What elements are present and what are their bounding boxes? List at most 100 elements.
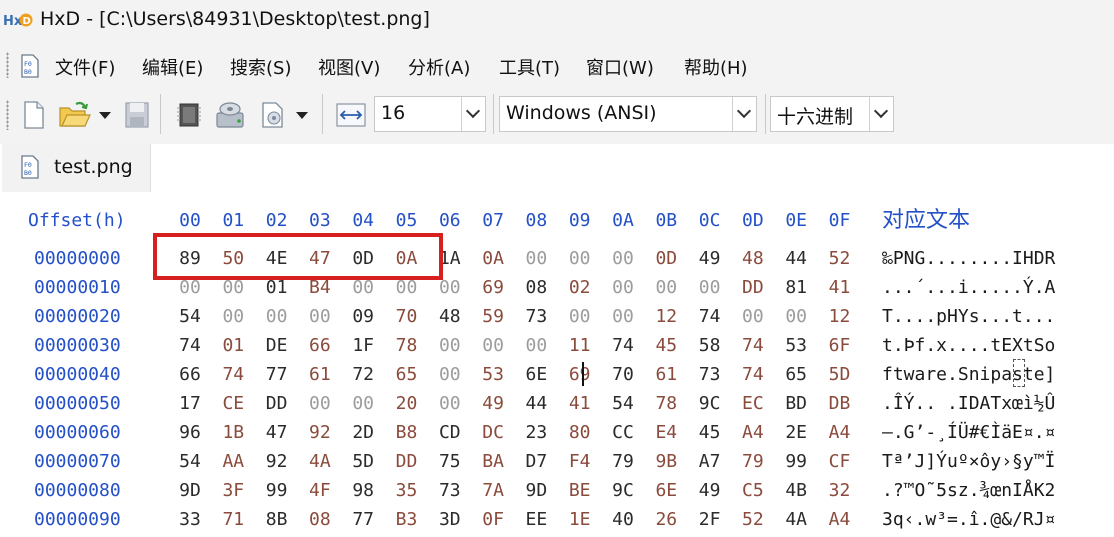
- row-text[interactable]: t.Þf.x....tEXtSo: [882, 335, 1055, 356]
- hex-byte[interactable]: 4A: [300, 451, 340, 472]
- hex-byte[interactable]: 47: [257, 422, 297, 443]
- hex-byte[interactable]: 8B: [257, 509, 297, 530]
- hex-byte[interactable]: CC: [603, 422, 643, 443]
- hex-byte[interactable]: 33: [170, 509, 210, 530]
- hex-byte[interactable]: CE: [213, 393, 253, 414]
- hex-byte[interactable]: 48: [733, 248, 773, 269]
- hex-byte[interactable]: 9D: [170, 480, 210, 501]
- hex-byte[interactable]: DB: [820, 393, 860, 414]
- hex-byte[interactable]: B3: [387, 509, 427, 530]
- hex-byte[interactable]: 74: [170, 335, 210, 356]
- hex-byte[interactable]: 58: [690, 335, 730, 356]
- hex-byte[interactable]: BD: [776, 393, 816, 414]
- hex-byte[interactable]: 48: [430, 306, 470, 327]
- menu-file[interactable]: 文件(F): [55, 54, 115, 80]
- hex-byte[interactable]: DD: [387, 451, 427, 472]
- hex-byte[interactable]: EE: [516, 509, 556, 530]
- hex-byte[interactable]: 00: [387, 277, 427, 298]
- hex-byte[interactable]: F4: [560, 451, 600, 472]
- disk-editor-icon[interactable]: [214, 99, 246, 131]
- save-icon[interactable]: [124, 101, 150, 129]
- row-text[interactable]: .ÎÝ.. .IDATxœì½Û: [882, 393, 1055, 414]
- hex-byte[interactable]: EC: [733, 393, 773, 414]
- hex-byte[interactable]: 3D: [430, 509, 470, 530]
- hex-byte[interactable]: 00: [343, 393, 383, 414]
- hex-byte[interactable]: 54: [603, 393, 643, 414]
- hex-byte[interactable]: 74: [733, 364, 773, 385]
- hex-byte[interactable]: 9C: [690, 393, 730, 414]
- hex-byte[interactable]: 49: [690, 480, 730, 501]
- hex-byte[interactable]: A4: [820, 509, 860, 530]
- hex-byte[interactable]: 4F: [300, 480, 340, 501]
- hex-byte[interactable]: 1B: [213, 422, 253, 443]
- hex-byte[interactable]: 23: [516, 422, 556, 443]
- hex-byte[interactable]: 00: [560, 306, 600, 327]
- hex-byte[interactable]: 00: [213, 277, 253, 298]
- hex-byte[interactable]: 32: [820, 480, 860, 501]
- memory-dropdown-arrow-icon[interactable]: [296, 112, 308, 119]
- hex-byte[interactable]: 00: [776, 306, 816, 327]
- hex-byte[interactable]: B8: [387, 422, 427, 443]
- hex-byte[interactable]: CD: [430, 422, 470, 443]
- open-folder-icon[interactable]: [58, 100, 92, 130]
- row-text[interactable]: ‰PNG........IHDR: [882, 248, 1055, 269]
- hex-byte[interactable]: 00: [170, 277, 210, 298]
- hex-byte[interactable]: 65: [387, 364, 427, 385]
- row-text[interactable]: Tª’J]Ýuº×ôy›§y™Ï: [882, 451, 1055, 472]
- hex-byte[interactable]: 99: [776, 451, 816, 472]
- hex-byte[interactable]: 00: [560, 248, 600, 269]
- hex-byte[interactable]: 96: [170, 422, 210, 443]
- hex-byte[interactable]: 72: [343, 364, 383, 385]
- hex-byte[interactable]: 20: [387, 393, 427, 414]
- offset-base-select[interactable]: 十六进制: [770, 96, 894, 132]
- hex-byte[interactable]: 79: [733, 451, 773, 472]
- hex-byte[interactable]: 44: [776, 248, 816, 269]
- hex-byte[interactable]: 61: [300, 364, 340, 385]
- hex-byte[interactable]: 00: [690, 277, 730, 298]
- hex-byte[interactable]: 12: [646, 306, 686, 327]
- hex-byte[interactable]: 0F: [473, 509, 513, 530]
- menubar-grip[interactable]: [6, 52, 9, 78]
- hex-byte[interactable]: 00: [603, 306, 643, 327]
- hex-byte[interactable]: 2F: [690, 509, 730, 530]
- hex-byte[interactable]: A4: [820, 422, 860, 443]
- hex-byte[interactable]: 5D: [820, 364, 860, 385]
- hex-byte[interactable]: 40: [603, 509, 643, 530]
- hex-byte[interactable]: 79: [603, 451, 643, 472]
- new-file-icon[interactable]: [22, 101, 46, 129]
- hex-byte[interactable]: 1E: [560, 509, 600, 530]
- hex-byte[interactable]: 52: [733, 509, 773, 530]
- hex-byte[interactable]: 11: [560, 335, 600, 356]
- hex-byte[interactable]: 49: [690, 248, 730, 269]
- hex-byte[interactable]: DE: [257, 335, 297, 356]
- bytes-per-row-dropdown-button[interactable]: [461, 97, 485, 131]
- hex-byte[interactable]: 0A: [473, 248, 513, 269]
- row-text[interactable]: ...´...i.....Ý.A: [882, 277, 1055, 298]
- hex-byte[interactable]: 01: [213, 335, 253, 356]
- hex-byte[interactable]: 6E: [516, 364, 556, 385]
- hex-byte[interactable]: 0D: [646, 248, 686, 269]
- hex-byte[interactable]: 17: [170, 393, 210, 414]
- hex-byte[interactable]: 70: [387, 306, 427, 327]
- hex-byte[interactable]: 59: [473, 306, 513, 327]
- hex-byte[interactable]: E4: [646, 422, 686, 443]
- row-text[interactable]: –.G’-¸ÍÜ#€ÌäE¤.¤: [882, 422, 1055, 443]
- hex-byte[interactable]: 00: [300, 306, 340, 327]
- hex-byte[interactable]: 53: [473, 364, 513, 385]
- hex-byte[interactable]: 75: [430, 451, 470, 472]
- menu-search[interactable]: 搜索(S): [230, 54, 291, 80]
- hex-byte[interactable]: 98: [343, 480, 383, 501]
- hex-byte[interactable]: 92: [257, 451, 297, 472]
- hex-byte[interactable]: 4B: [776, 480, 816, 501]
- hex-byte[interactable]: 6E: [646, 480, 686, 501]
- hex-byte[interactable]: 7A: [473, 480, 513, 501]
- hex-byte[interactable]: 49: [473, 393, 513, 414]
- hex-byte[interactable]: 2E: [776, 422, 816, 443]
- hex-byte[interactable]: 00: [430, 393, 470, 414]
- hex-byte[interactable]: 73: [690, 364, 730, 385]
- hex-byte[interactable]: 66: [300, 335, 340, 356]
- hex-byte[interactable]: 92: [300, 422, 340, 443]
- hex-byte[interactable]: 9B: [646, 451, 686, 472]
- hex-byte[interactable]: 74: [690, 306, 730, 327]
- hex-byte[interactable]: 41: [820, 277, 860, 298]
